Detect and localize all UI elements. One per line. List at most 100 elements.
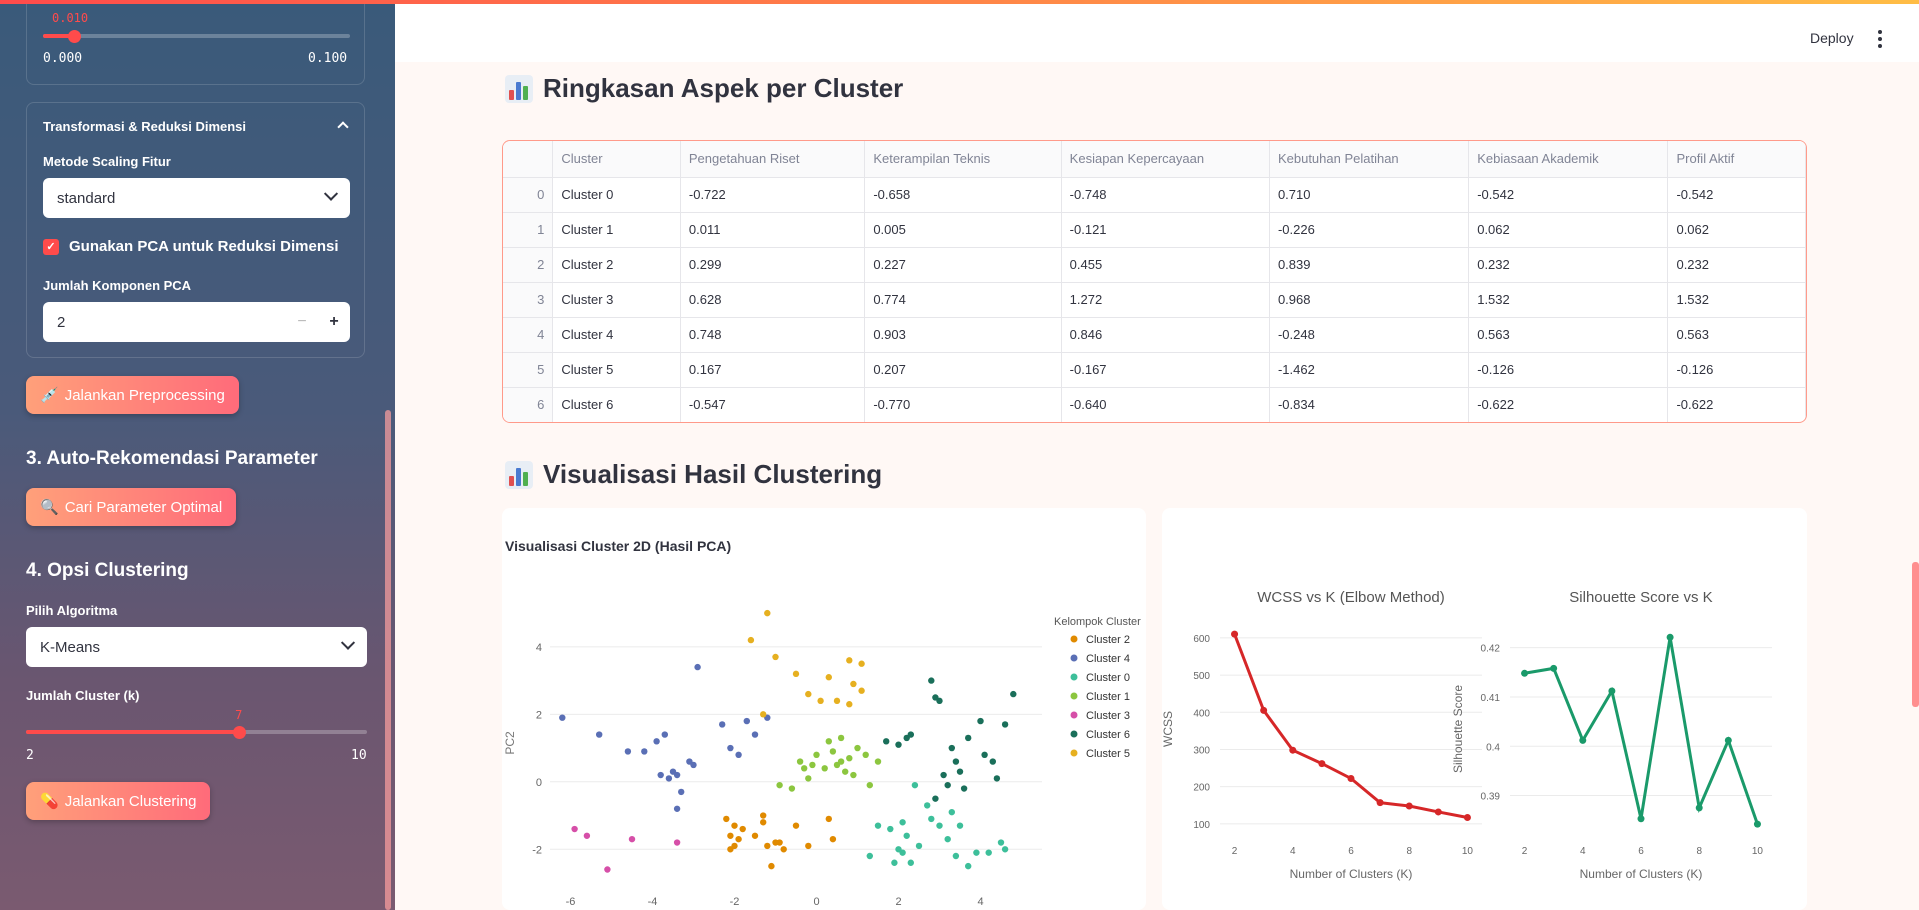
table-row[interactable]: 6 Cluster 6 -0.547 -0.770 -0.640 -0.834 -0.622… [503,387,1806,422]
column-header[interactable]: Profil Aktif [1667,141,1806,178]
algorithm-label: Pilih Algoritma [26,603,118,618]
column-header[interactable]: Cluster [552,141,681,178]
table-cell[interactable]: -1.462 [1269,352,1470,388]
table-cell[interactable]: -0.547 [680,387,866,422]
table-cell[interactable]: 0.207 [864,352,1062,388]
data-point-cluster-6 [883,738,890,745]
table-cell[interactable]: 0.968 [1269,282,1470,318]
main-scrollbar[interactable] [1912,562,1919,707]
table-cell[interactable]: 1.532 [1468,282,1669,318]
run-clustering-button[interactable]: 💊 Jalankan Clustering [26,782,211,820]
table-cell[interactable]: -0.622 [1667,387,1806,422]
data-point-cluster-2 [727,832,734,839]
k-slider-thumb[interactable] [233,726,247,739]
table-cell[interactable]: 0.839 [1269,247,1470,283]
sidebar-scrollbar[interactable] [385,410,391,910]
table-cell[interactable]: 0.227 [864,247,1062,283]
column-header[interactable]: Kebiasaan Akademik [1468,141,1669,178]
table-row[interactable]: 3 Cluster 3 0.628 0.774 1.272 0.968 1.532 1.532 [503,282,1806,318]
table-cell[interactable]: 0.748 [680,317,866,353]
table-cell[interactable]: 0.005 [864,212,1062,248]
row-index[interactable]: 4 [503,317,554,353]
table-cell[interactable]: Cluster 2 [552,247,681,283]
search-icon: 🔍 [40,499,59,516]
table-cell[interactable]: -0.226 [1269,212,1470,248]
table-cell[interactable]: -0.834 [1269,387,1470,422]
table-cell[interactable]: 0.903 [864,317,1062,353]
table-cell[interactable]: 0.062 [1468,212,1669,248]
table-cell[interactable]: 0.232 [1468,247,1669,283]
table-cell[interactable]: Cluster 3 [552,282,681,318]
summary-table[interactable]: Cluster Pengetahuan Riset Keterampilan Tek… [502,140,1807,423]
algorithm-select[interactable]: K-Means [26,627,367,667]
column-header[interactable]: Kesiapan Kepercayaan [1061,141,1270,178]
table-cell[interactable]: 0.167 [680,352,866,388]
table-cell[interactable]: -0.722 [680,177,866,213]
table-cell[interactable]: -0.167 [1061,352,1270,388]
column-header[interactable] [503,141,554,178]
row-index[interactable]: 2 [503,247,554,283]
table-cell[interactable]: -0.121 [1061,212,1270,248]
table-cell[interactable]: 0.455 [1061,247,1270,283]
table-cell[interactable]: -0.640 [1061,387,1270,422]
transform-panel-title[interactable]: Transformasi & Reduksi Dimensi [43,119,246,134]
checkbox-checked-icon[interactable]: ✓ [43,238,59,255]
metric-charts[interactable]: WCSS vs K (Elbow Method) 100 200 300 400 500 6… [1161,508,1807,910]
table-cell[interactable]: 0.563 [1667,317,1806,353]
kebab-menu-icon[interactable] [1878,30,1882,48]
table-row[interactable]: 1 Cluster 1 0.011 0.005 -0.121 -0.226 0.062 0.0… [503,212,1806,248]
table-cell[interactable]: 0.846 [1061,317,1270,353]
scatter-chart[interactable]: Visualisasi Cluster 2D (Hasil PCA) -2 0 2 4 -… [502,508,1146,910]
table-cell[interactable]: Cluster 5 [552,352,681,388]
table-cell[interactable]: 0.299 [680,247,866,283]
table-cell[interactable]: -0.542 [1667,177,1806,213]
plus-icon[interactable]: + [318,313,350,331]
table-cell[interactable]: -0.542 [1468,177,1669,213]
chevron-up-icon[interactable] [337,121,349,133]
table-cell[interactable]: 1.272 [1061,282,1270,318]
row-index[interactable]: 0 [503,177,554,213]
column-header[interactable]: Keterampilan Teknis [864,141,1062,178]
search-optimal-button[interactable]: 🔍 Cari Parameter Optimal [26,488,237,526]
table-cell[interactable]: 0.710 [1269,177,1470,213]
table-cell[interactable]: 1.532 [1667,282,1806,318]
table-row[interactable]: 0 Cluster 0 -0.722 -0.658 -0.748 0.710 -0.542-… [503,177,1806,213]
table-cell[interactable]: -0.248 [1269,317,1470,353]
run-preprocessing-button[interactable]: 💉 Jalankan Preprocessing [26,376,239,414]
table-cell[interactable]: -0.126 [1667,352,1806,388]
table-row[interactable]: 4 Cluster 4 0.748 0.903 0.846 -0.248 0.563 0.56… [503,317,1806,353]
table-cell[interactable]: Cluster 1 [552,212,681,248]
pca-checkbox-row[interactable]: ✓ Gunakan PCA untuk Reduksi Dimensi [43,238,339,255]
data-point-cluster-2 [776,839,783,846]
table-cell[interactable]: Cluster 6 [552,387,681,422]
section4-title: 4. Opsi Clustering [26,560,189,581]
pca-components-input[interactable]: 2 − + [43,302,350,342]
scaling-select[interactable]: standard [43,178,350,218]
row-index[interactable]: 1 [503,212,554,248]
minus-icon[interactable]: − [286,313,318,331]
table-cell[interactable]: 0.628 [680,282,866,318]
table-cell[interactable]: 0.563 [1468,317,1669,353]
table-row[interactable]: 2 Cluster 2 0.299 0.227 0.455 0.839 0.232 0.232 [503,247,1806,283]
table-cell[interactable]: -0.770 [864,387,1062,422]
table-cell[interactable]: -0.748 [1061,177,1270,213]
table-cell[interactable]: Cluster 4 [552,317,681,353]
table-cell[interactable]: -0.658 [864,177,1062,213]
deploy-button[interactable]: Deploy [1810,30,1854,46]
table-cell[interactable]: 0.232 [1667,247,1806,283]
table-cell[interactable]: 0.011 [680,212,866,248]
column-header[interactable]: Pengetahuan Riset [680,141,866,178]
row-index[interactable]: 6 [503,387,554,422]
column-header[interactable]: Kebutuhan Pelatihan [1269,141,1470,178]
table-cell[interactable]: -0.126 [1468,352,1669,388]
pca-components-value[interactable]: 2 [43,314,286,331]
table-row[interactable]: 5 Cluster 5 0.167 0.207 -0.167 -1.462 -0.126 -0… [503,352,1806,388]
row-index[interactable]: 3 [503,282,554,318]
row-index[interactable]: 5 [503,352,554,388]
data-point-cluster-2 [792,822,800,829]
table-cell[interactable]: 0.774 [864,282,1062,318]
table-cell[interactable]: 0.062 [1667,212,1806,248]
table-cell[interactable]: Cluster 0 [552,177,681,213]
data-point-cluster-5 [805,690,812,698]
table-cell[interactable]: -0.622 [1468,387,1669,422]
